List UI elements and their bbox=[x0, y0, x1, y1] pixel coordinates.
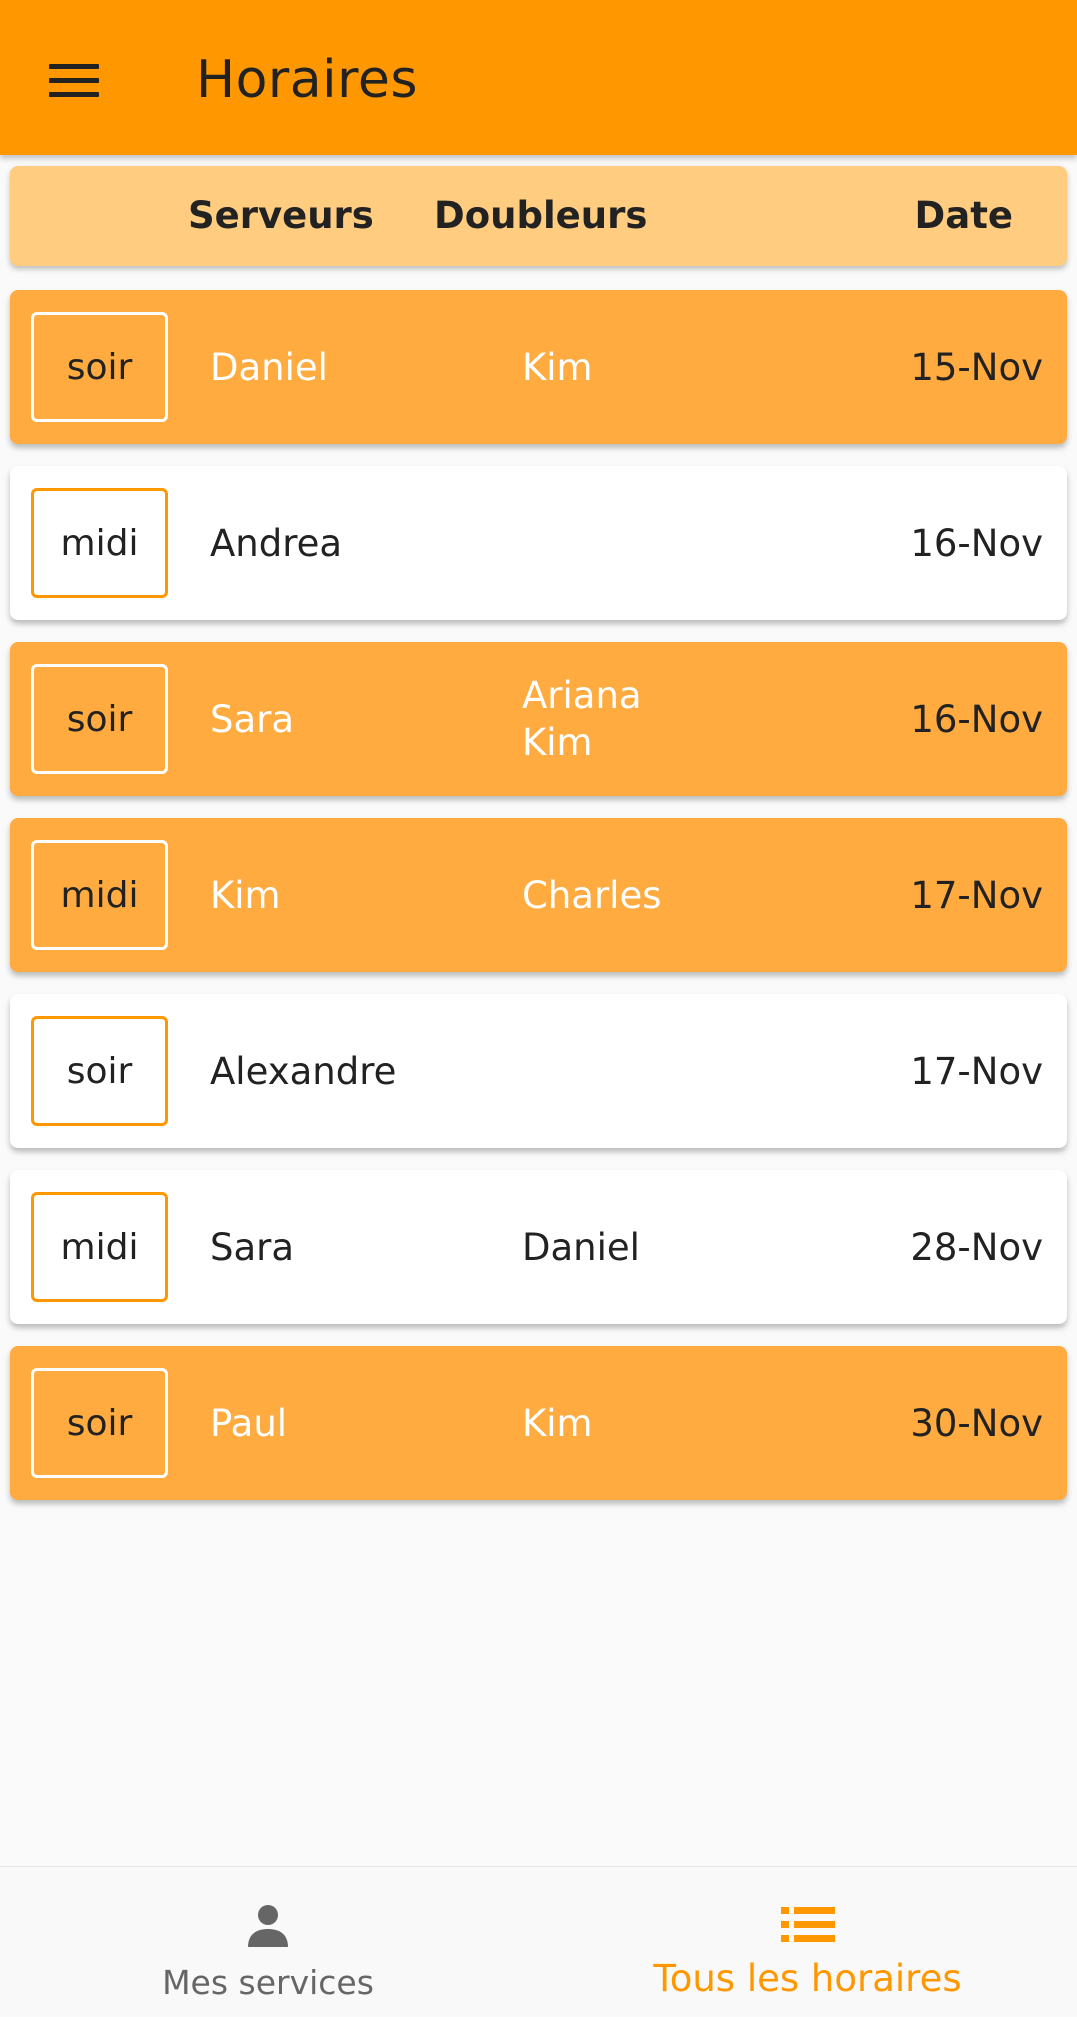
server-name: Kim bbox=[210, 873, 281, 917]
date-cell: 17-Nov bbox=[910, 1049, 1043, 1093]
column-header-row: Serveurs Doubleurs Date bbox=[10, 166, 1067, 266]
server-name: Alexandre bbox=[210, 1049, 397, 1093]
doublers-cell: Kim bbox=[522, 1346, 593, 1500]
schedule-row[interactable]: midi Sara Daniel 28-Nov bbox=[10, 1170, 1067, 1324]
doubler-name: Kim bbox=[522, 721, 593, 764]
column-header-doublers: Doubleurs bbox=[434, 194, 648, 237]
page-title: Horaires bbox=[196, 50, 418, 110]
column-header-servers: Serveurs bbox=[188, 194, 374, 237]
shift-button[interactable]: soir bbox=[31, 1016, 168, 1126]
date-cell: 16-Nov bbox=[910, 521, 1043, 565]
list-icon bbox=[780, 1899, 835, 1951]
shift-button[interactable]: soir bbox=[31, 312, 168, 422]
date-cell: 17-Nov bbox=[910, 873, 1043, 917]
schedule-row[interactable]: soir Alexandre 17-Nov bbox=[10, 994, 1067, 1148]
schedule-row[interactable]: soir Sara Ariana Kim 16-Nov bbox=[10, 642, 1067, 796]
server-name: Sara bbox=[210, 1225, 295, 1269]
doubler-name: Kim bbox=[522, 1401, 593, 1445]
app-bar: Horaires bbox=[0, 0, 1077, 155]
menu-button[interactable] bbox=[28, 40, 120, 120]
server-name: Daniel bbox=[210, 345, 328, 389]
doubler-name: Kim bbox=[522, 345, 593, 389]
bottom-navigation: Mes services Tous les horaires bbox=[0, 1866, 1077, 2016]
doubler-name: Charles bbox=[522, 873, 662, 917]
schedule-row[interactable]: midi Kim Charles 17-Nov bbox=[10, 818, 1067, 972]
schedule-row[interactable]: soir Daniel Kim 15-Nov bbox=[10, 290, 1067, 444]
schedule-list: soir Daniel Kim 15-Nov midi Andrea 16-Nov soir S… bbox=[10, 290, 1067, 1522]
column-header-date: Date bbox=[914, 194, 1013, 237]
doublers-cell: Daniel bbox=[522, 1170, 640, 1324]
date-cell: 15-Nov bbox=[910, 345, 1043, 389]
nav-tous-les-horaires-label: Tous les horaires bbox=[653, 1957, 962, 2000]
shift-button[interactable]: soir bbox=[31, 664, 168, 774]
shift-button[interactable]: midi bbox=[31, 488, 168, 598]
doubler-name: Ariana bbox=[522, 674, 642, 717]
doublers-cell: Charles bbox=[522, 818, 662, 972]
date-cell: 28-Nov bbox=[910, 1225, 1043, 1269]
hamburger-line bbox=[49, 77, 99, 83]
nav-mes-services[interactable]: Mes services bbox=[138, 1867, 398, 2017]
shift-button[interactable]: soir bbox=[31, 1368, 168, 1478]
nav-tous-les-horaires[interactable]: Tous les horaires bbox=[650, 1867, 965, 2017]
date-cell: 16-Nov bbox=[910, 697, 1043, 741]
person-icon bbox=[244, 1899, 292, 1951]
shift-button[interactable]: midi bbox=[31, 840, 168, 950]
doublers-cell: Kim bbox=[522, 290, 593, 444]
date-cell: 30-Nov bbox=[910, 1401, 1043, 1445]
server-name: Andrea bbox=[210, 521, 343, 565]
nav-mes-services-label: Mes services bbox=[162, 1963, 374, 2002]
server-name: Paul bbox=[210, 1401, 288, 1445]
shift-button[interactable]: midi bbox=[31, 1192, 168, 1302]
hamburger-menu-icon bbox=[49, 63, 99, 69]
hamburger-line bbox=[49, 91, 99, 97]
server-name: Sara bbox=[210, 697, 295, 741]
doubler-name: Daniel bbox=[522, 1225, 640, 1269]
doublers-cell: Ariana Kim bbox=[522, 642, 642, 796]
schedule-row[interactable]: midi Andrea 16-Nov bbox=[10, 466, 1067, 620]
schedule-row[interactable]: soir Paul Kim 30-Nov bbox=[10, 1346, 1067, 1500]
